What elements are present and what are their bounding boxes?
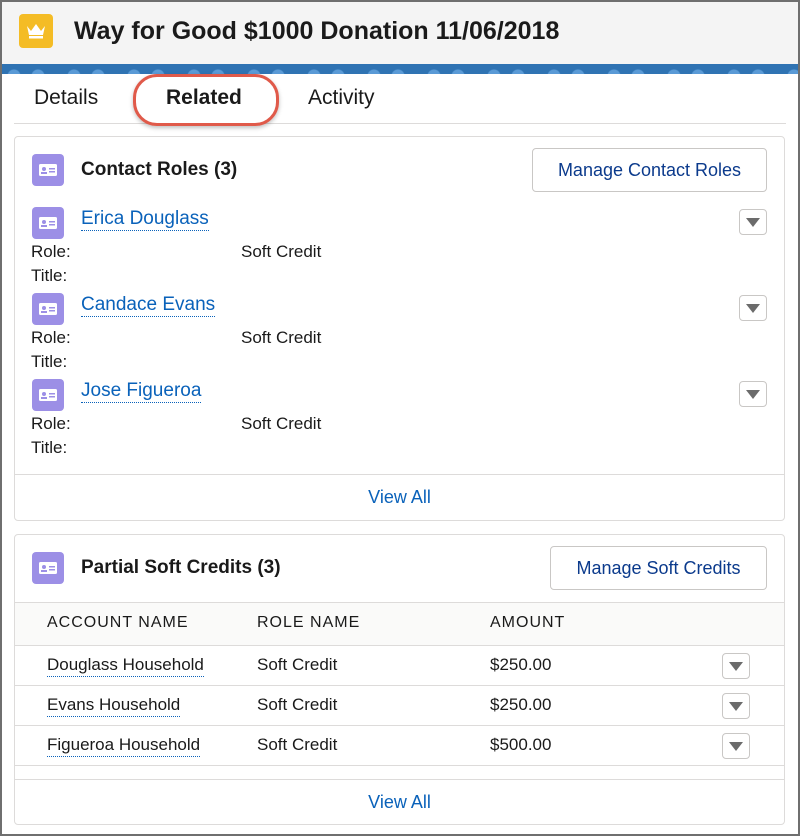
role-label: Role: [31,414,71,433]
row-actions-button[interactable] [722,693,750,719]
contact-icon [32,379,64,411]
contact-roles-card: Contact Roles (3) Manage Contact Roles E… [14,136,785,521]
role-cell: Soft Credit [257,695,338,714]
soft-credits-card: Partial Soft Credits (3) Manage Soft Cre… [14,534,785,825]
contact-link[interactable]: Candace Evans [81,294,216,317]
card-footer: View All [15,779,784,825]
chevron-down-icon [729,701,743,711]
role-value: Soft Credit [241,242,322,261]
contact-link[interactable]: Erica Douglass [81,208,209,231]
column-header-amount[interactable]: AMOUNT [490,614,565,632]
column-header-role[interactable]: ROLE NAME [257,614,360,632]
soft-credit-card-icon [32,552,64,584]
chevron-down-icon [729,661,743,671]
crown-icon [19,14,53,48]
row-actions-button[interactable] [739,295,767,321]
record-title: Way for Good $1000 Donation 11/06/2018 [74,17,560,45]
table-row: Evans Household Soft Credit $250.00 [15,686,784,726]
row-actions-button[interactable] [722,733,750,759]
contact-card-icon [32,154,64,186]
tab-activity[interactable]: Activity [308,86,375,110]
card-footer: View All [15,474,784,520]
account-link[interactable]: Evans Household [47,694,181,717]
view-all-link[interactable]: View All [368,792,431,813]
manage-contact-roles-button[interactable]: Manage Contact Roles [532,148,767,192]
contact-link[interactable]: Jose Figueroa [81,380,202,403]
row-actions-button[interactable] [722,653,750,679]
contact-icon [32,207,64,239]
amount-cell: $500.00 [490,735,552,754]
title-label: Title: [31,438,68,457]
row-actions-button[interactable] [739,209,767,235]
contact-roles-title: Contact Roles (3) [81,159,238,180]
soft-credits-title: Partial Soft Credits (3) [81,557,281,578]
title-label: Title: [31,352,68,371]
tab-bar: Details Related Activity [14,74,786,124]
account-link[interactable]: Figueroa Household [47,734,201,757]
role-cell: Soft Credit [257,655,338,674]
table-row: Figueroa Household Soft Credit $500.00 [15,726,784,766]
role-value: Soft Credit [241,414,322,433]
column-header-account[interactable]: ACCOUNT NAME [47,614,189,632]
table-header: ACCOUNT NAME ROLE NAME AMOUNT [15,602,784,646]
chevron-down-icon [746,217,760,227]
row-actions-button[interactable] [739,381,767,407]
record-header: Way for Good $1000 Donation 11/06/2018 [2,2,798,66]
role-label: Role: [31,242,71,261]
chevron-down-icon [746,389,760,399]
role-cell: Soft Credit [257,735,338,754]
account-link[interactable]: Douglass Household [47,654,204,677]
amount-cell: $250.00 [490,695,552,714]
contact-icon [32,293,64,325]
chevron-down-icon [729,741,743,751]
role-label: Role: [31,328,71,347]
chevron-down-icon [746,303,760,313]
view-all-link[interactable]: View All [368,487,431,508]
title-label: Title: [31,266,68,285]
manage-soft-credits-button[interactable]: Manage Soft Credits [550,546,767,590]
header-decoration [2,64,798,74]
tab-details[interactable]: Details [34,86,98,110]
table-row: Douglass Household Soft Credit $250.00 [15,646,784,686]
role-value: Soft Credit [241,328,322,347]
amount-cell: $250.00 [490,655,552,674]
tab-highlight-ring [133,74,279,126]
